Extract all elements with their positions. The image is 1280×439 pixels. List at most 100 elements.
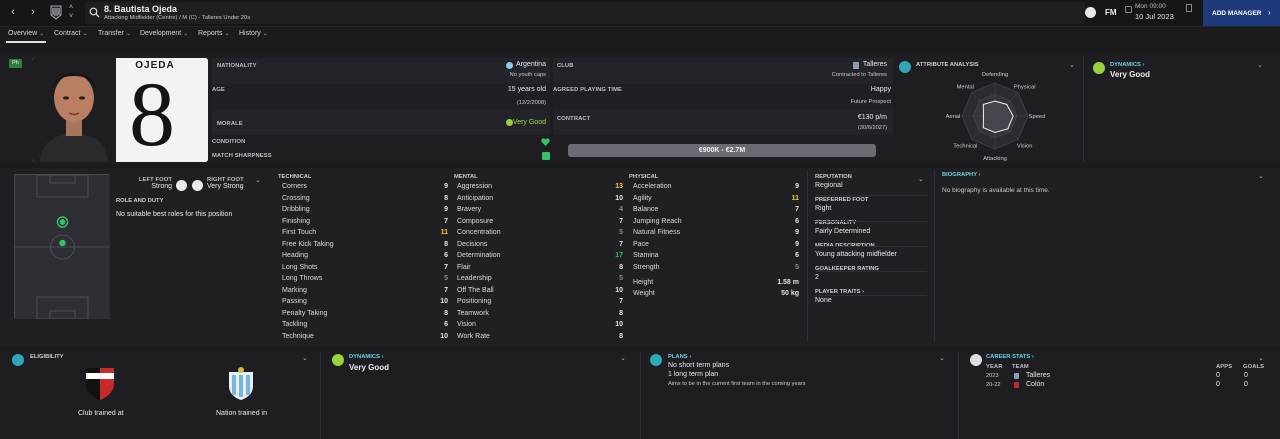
physical-attribute-row[interactable]: Stamina 6 <box>633 252 799 264</box>
add-manager-button[interactable]: ADD MANAGER › <box>1203 0 1280 26</box>
chevron-down-icon[interactable]: ⌄ <box>918 175 924 183</box>
radar-axis-label: Attacking <box>983 156 1007 162</box>
radar-axis-label: Mental <box>957 84 974 90</box>
attribute-value: 6 <box>444 321 448 328</box>
physical-attribute-row[interactable]: Jumping Reach 6 <box>633 218 799 230</box>
technical-attribute-row[interactable]: Penalty Taking 8 <box>282 310 448 322</box>
chevron-down-icon[interactable]: ⌄ <box>1257 61 1263 69</box>
cycle-player-arrows-icon[interactable]: ˄ ˅ <box>67 3 75 23</box>
physical-attribute-row[interactable]: Agility 11 <box>633 195 799 207</box>
technical-attribute-row[interactable]: Dribbling 9 <box>282 206 448 218</box>
technical-attribute-row[interactable]: Heading 6 <box>282 252 448 264</box>
height-row: Height 1.58 m <box>633 279 799 286</box>
technical-attribute-row[interactable]: Finishing 7 <box>282 218 448 230</box>
physical-attribute-row[interactable]: Balance 7 <box>633 206 799 218</box>
mental-attribute-row[interactable]: Teamwork 8 <box>457 310 623 322</box>
right-foot: RIGHT FOOT Very Strong <box>207 177 244 190</box>
attribute-value: 7 <box>444 217 448 225</box>
chevron-down-icon[interactable]: ⌄ <box>620 354 626 362</box>
chevron-down-icon[interactable]: ⌄ <box>255 176 261 184</box>
tab-overview[interactable]: Overview ⌄ <box>6 30 46 43</box>
technical-attribute-row[interactable]: Long Throws 5 <box>282 275 448 287</box>
search-icon[interactable] <box>89 7 100 18</box>
attribute-name: Bravery <box>457 206 482 213</box>
contract-panel: CONTRACT €130 p/m (30/6/2027) <box>553 111 893 135</box>
technical-attribute-row[interactable]: Marking 7 <box>282 287 448 299</box>
technical-attribute-row[interactable]: Passing 10 <box>282 298 448 310</box>
dynamics-bottom-title[interactable]: DYNAMICS › <box>349 354 383 360</box>
attribute-value: 9 <box>444 183 448 190</box>
attribute-name: Flair <box>457 263 471 271</box>
tab-contract[interactable]: Contract ⌄ <box>54 30 88 37</box>
playing-time-status: Future Prospect <box>850 99 891 105</box>
mental-attribute-row[interactable]: Flair 8 <box>457 264 623 276</box>
chevron-down-icon[interactable]: ⌄ <box>939 354 945 362</box>
technical-attribute-row[interactable]: Crossing 8 <box>282 195 448 207</box>
mental-attribute-row[interactable]: Aggression 13 <box>457 183 623 195</box>
mental-attribute-row[interactable]: Work Rate 8 <box>457 333 623 345</box>
condition-heart-icon <box>541 138 550 146</box>
technical-attribute-row[interactable]: Corners 9 <box>282 183 448 195</box>
physical-attribute-row[interactable]: Strength 5 <box>633 264 799 276</box>
biography-title[interactable]: BIOGRAPHY › <box>942 172 981 178</box>
ph-badge: Ph <box>9 59 22 68</box>
attribute-value: 8 <box>619 309 623 317</box>
dynamics-title[interactable]: DYNAMICS › <box>1110 62 1144 68</box>
mental-attribute-row[interactable]: Off The Ball 10 <box>457 287 623 299</box>
colon-crest-icon <box>1014 382 1019 388</box>
chevron-down-icon[interactable]: ⌄ <box>1069 61 1075 69</box>
physical-attribute-row[interactable]: Natural Fitness 9 <box>633 229 799 241</box>
plans-title[interactable]: PLANS › <box>668 354 691 360</box>
mental-attribute-row[interactable]: Concentration 5 <box>457 229 623 241</box>
forward-icon[interactable]: › <box>27 6 39 18</box>
mental-attribute-row[interactable]: Decisions 7 <box>457 241 623 253</box>
morale-value: Very Good <box>512 119 546 126</box>
mental-attribute-row[interactable]: Leadership 5 <box>457 275 623 287</box>
mental-attribute-row[interactable]: Vision 10 <box>457 321 623 333</box>
nation-trained-crest-icon[interactable] <box>227 366 255 402</box>
club-value[interactable]: Talleres <box>863 61 887 68</box>
globe-icon[interactable] <box>1085 7 1096 18</box>
fm-logo[interactable]: FM <box>1105 8 1117 17</box>
eligibility-title: ELIGIBILITY <box>30 354 64 360</box>
attribute-value: 8 <box>444 240 448 248</box>
club-crest-icon[interactable] <box>50 5 62 20</box>
career-stats-icon <box>970 354 982 366</box>
physical-attribute-row[interactable]: Pace 9 <box>633 241 799 253</box>
club-trained-crest-icon[interactable] <box>84 366 116 402</box>
tab-development[interactable]: Development ⌄ <box>140 30 188 37</box>
value-range-bar[interactable]: €900K - €2.7M <box>568 144 876 157</box>
technical-attribute-row[interactable]: Tackling 6 <box>282 321 448 333</box>
career-stats-title[interactable]: CAREER STATS › <box>986 354 1034 360</box>
technical-attribute-row[interactable]: Free Kick Taking 8 <box>282 241 448 253</box>
back-icon[interactable]: ‹ <box>7 6 19 18</box>
left-foot-icon <box>176 180 187 191</box>
attribute-value: 5 <box>444 275 448 282</box>
mental-attribute-row[interactable]: Positioning 7 <box>457 298 623 310</box>
condition-label: CONDITION <box>212 139 246 145</box>
sharpness-icon <box>542 152 550 160</box>
position-pitch[interactable] <box>14 174 110 319</box>
chevron-down-icon[interactable]: ⌄ <box>302 354 308 362</box>
attribute-value: 7 <box>444 286 448 294</box>
notes-icon[interactable] <box>1186 4 1192 12</box>
mental-attribute-row[interactable]: Composure 7 <box>457 218 623 230</box>
chevron-down-icon[interactable]: ⌄ <box>1258 172 1264 180</box>
technical-attribute-row[interactable]: First Touch 11 <box>282 229 448 241</box>
mental-attribute-row[interactable]: Bravery 4 <box>457 206 623 218</box>
nationality-value[interactable]: Argentina <box>516 61 546 68</box>
mental-attribute-row[interactable]: Determination 17 <box>457 252 623 264</box>
tab-reports[interactable]: Reports ⌄ <box>198 30 230 37</box>
physical-attribute-row[interactable]: Acceleration 9 <box>633 183 799 195</box>
top-bar: ‹ › ˄ ˅ 8. Bautista Ojeda Attacking Midfi… <box>0 0 1280 27</box>
dynamics-icon <box>1093 62 1105 74</box>
tab-transfer[interactable]: Transfer ⌄ <box>98 30 131 37</box>
table-row[interactable]: 20-22 Colón 0 0 <box>986 381 1262 391</box>
attribute-value: 9 <box>795 229 799 236</box>
mental-attribute-row[interactable]: Anticipation 10 <box>457 195 623 207</box>
chevron-down-icon[interactable]: ⌄ <box>1258 354 1264 362</box>
attribute-name: Technique <box>282 332 314 340</box>
technical-attribute-row[interactable]: Technique 10 <box>282 333 448 345</box>
technical-attribute-row[interactable]: Long Shots 7 <box>282 264 448 276</box>
tab-history[interactable]: History ⌄ <box>239 30 268 37</box>
